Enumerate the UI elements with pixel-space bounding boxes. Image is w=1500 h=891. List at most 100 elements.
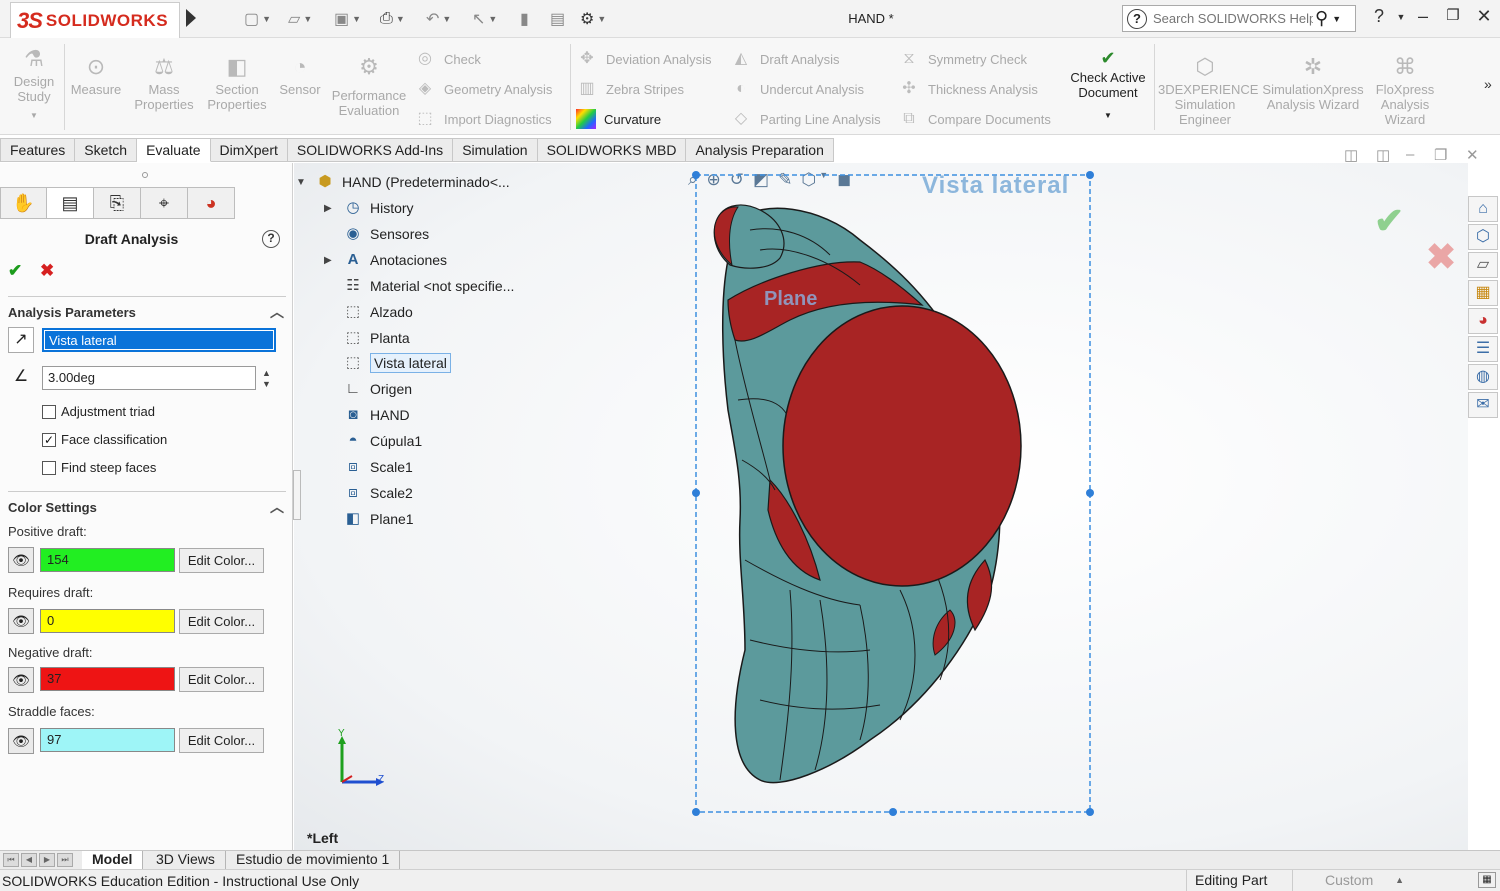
cancel-x-icon[interactable]: ✖ [40, 261, 54, 281]
tab-motion-study[interactable]: Estudio de movimiento 1 [226, 851, 401, 869]
collapse-chevron-icon[interactable]: ︿ [270, 302, 284, 322]
tree-item-scale1[interactable]: ⧈ Scale1 [324, 455, 413, 479]
tab-model[interactable]: Model [82, 851, 144, 869]
property-manager-tab-icon[interactable]: ▤ [47, 187, 94, 219]
check-active-document-dropdown-icon[interactable]: ▼ [1066, 108, 1150, 123]
tree-item-hand[interactable]: ◙ HAND [324, 403, 409, 427]
tree-item-history[interactable]: ▶ ◷ History [324, 196, 414, 220]
confirmation-cancel-icon[interactable]: ✖ [1426, 236, 1456, 278]
eye-icon[interactable]: 👁 [8, 667, 34, 693]
panel-grip-icon[interactable] [142, 172, 148, 178]
thickness-analysis-button[interactable]: ✣ Thickness Analysis [898, 78, 1038, 100]
prev-tab-icon[interactable]: ◀ [21, 853, 37, 867]
mass-properties-button[interactable]: ⚖ Mass Properties [130, 54, 198, 112]
search-dropdown-icon[interactable]: ▼ [1332, 14, 1341, 24]
unit-system-up-arrow-icon[interactable]: ▲ [1395, 870, 1404, 891]
viewport-tile-left-icon[interactable]: ◫ [1344, 146, 1358, 164]
viewport-minimize-icon[interactable]: – [1406, 146, 1414, 163]
tab-sketch[interactable]: Sketch [75, 138, 138, 162]
tree-item-vista-lateral[interactable]: ⬚ Vista lateral [324, 351, 451, 375]
dome-negative-face[interactable] [782, 305, 1022, 587]
minimize-icon[interactable]: – [1410, 6, 1436, 27]
tree-item-alzado[interactable]: ⬚ Alzado [324, 300, 413, 324]
options-gear-icon[interactable]: ⚙ ▼ [580, 8, 606, 30]
adjustment-triad-checkbox[interactable]: Adjustment triad [42, 404, 155, 419]
print-icon[interactable]: ⎙ ▼ [380, 8, 405, 30]
close-icon[interactable]: ✕ [1471, 6, 1497, 27]
open-document-icon[interactable]: ▱ ▼ [288, 8, 312, 30]
undercut-analysis-button[interactable]: ◐ Undercut Analysis [730, 78, 864, 100]
edit-color-button[interactable]: Edit Color... [179, 609, 264, 634]
find-steep-faces-checkbox[interactable]: Find steep faces [42, 460, 156, 475]
import-diagnostics-button[interactable]: ⬚ Import Diagnostics [414, 108, 551, 130]
save-icon[interactable]: ▣ ▼ [334, 8, 361, 30]
ok-check-icon[interactable]: ✔ [8, 261, 22, 281]
home-icon[interactable]: ⌂ [1468, 196, 1498, 222]
floxpress-button[interactable]: ⌘ FloXpress Analysis Wizard [1372, 54, 1438, 127]
restore-icon[interactable]: ❐ [1440, 6, 1466, 24]
eye-icon[interactable]: 👁 [8, 547, 34, 573]
compare-documents-button[interactable]: ⧉ Compare Documents [898, 108, 1051, 130]
ribbon-overflow-chevron-icon[interactable]: » [1484, 76, 1492, 92]
geometry-analysis-button[interactable]: ◈ Geometry Analysis [414, 78, 553, 100]
face-classification-checkbox[interactable]: ✓ Face classification [42, 432, 167, 447]
tree-item-plane1[interactable]: ◧ Plane1 [324, 507, 414, 531]
unit-system-selector[interactable]: Custom ▲ [1292, 870, 1462, 891]
configuration-manager-tab-icon[interactable]: ⎘ [94, 187, 141, 219]
expand-arrow-icon[interactable]: ▶ [324, 203, 338, 214]
3d-content-central-icon[interactable]: ⬡ [1468, 224, 1498, 250]
tab-features[interactable]: Features [0, 138, 76, 162]
status-toggle-icon[interactable]: ▦ [1478, 872, 1496, 888]
search-icon[interactable]: ⚲ [1315, 8, 1328, 29]
symmetry-check-button[interactable]: ⧖ Symmetry Check [898, 48, 1027, 70]
eye-icon[interactable]: 👁 [8, 608, 34, 634]
tab-simulation[interactable]: Simulation [453, 138, 538, 162]
tab-3d-views[interactable]: 3D Views [146, 851, 226, 869]
direction-of-pull-icon[interactable]: ↗ [8, 327, 34, 353]
viewport-tile-right-icon[interactable]: ◫ [1376, 146, 1390, 164]
section-properties-button[interactable]: ◧ Section Properties [202, 54, 272, 112]
new-document-icon[interactable]: ▢ ▼ [244, 8, 271, 30]
help-icon[interactable]: ? [262, 230, 280, 248]
menu-flyout-arrow-icon[interactable] [186, 9, 196, 27]
edit-color-button[interactable]: Edit Color... [179, 667, 264, 692]
deviation-analysis-button[interactable]: ✥ Deviation Analysis [576, 48, 711, 70]
checkbox-unchecked[interactable] [42, 460, 56, 475]
design-study-button[interactable]: ⚗ Design Study ▼ [8, 46, 60, 123]
file-properties-icon[interactable]: ▤ [550, 8, 565, 30]
undo-icon[interactable]: ↶ ▼ [426, 8, 451, 30]
first-tab-icon[interactable]: ⏮ [3, 853, 19, 867]
feature-manager-tab-icon[interactable]: ✋ [0, 187, 47, 219]
rebuild-icon[interactable]: ▮ [520, 8, 529, 30]
tab-analysis-preparation[interactable]: Analysis Preparation [686, 138, 834, 162]
appearances-icon[interactable]: ◕ [1468, 308, 1498, 334]
performance-evaluation-button[interactable]: ⚙ Performance Evaluation [328, 54, 410, 118]
tree-item-origen[interactable]: ∟ Origen [324, 377, 412, 401]
solidworks-logo[interactable]: 3S SOLIDWORKS [10, 2, 180, 38]
tree-item-anotaciones[interactable]: ▶ A Anotaciones [324, 248, 447, 272]
expand-arrow-icon[interactable]: ▶ [324, 255, 338, 266]
last-tab-icon[interactable]: ⏭ [57, 853, 73, 867]
dimxpert-manager-tab-icon[interactable]: ⌖ [141, 187, 188, 219]
check-active-document-button[interactable]: ✔ Check Active Document ▼ [1066, 48, 1150, 123]
next-tab-icon[interactable]: ▶ [39, 853, 55, 867]
viewport-restore-icon[interactable]: ❐ [1434, 146, 1447, 164]
collapse-arrow-icon[interactable]: ▼ [296, 177, 310, 188]
model-graphics[interactable] [690, 170, 1100, 820]
3dexperience-simulation-button[interactable]: ⬡ 3DEXPERIENCE Simulation Engineer [1158, 54, 1258, 127]
measure-button[interactable]: ⊙ Measure [66, 54, 126, 97]
checkbox-checked-icon[interactable]: ✓ [42, 432, 56, 447]
parting-line-analysis-button[interactable]: ◇ Parting Line Analysis [730, 108, 881, 130]
tab-addins[interactable]: SOLIDWORKS Add-Ins [287, 138, 454, 162]
collapse-chevron-icon[interactable]: ︿ [270, 497, 284, 517]
tab-mbd[interactable]: SOLIDWORKS MBD [537, 138, 687, 162]
tab-evaluate[interactable]: Evaluate [137, 138, 211, 162]
tree-item-planta[interactable]: ⬚ Planta [324, 326, 410, 350]
solidworks-forum-icon[interactable]: ◍ [1468, 364, 1498, 390]
design-study-dropdown-icon[interactable]: ▼ [8, 108, 60, 123]
tree-item-cupula1[interactable]: ◓ Cúpula1 [324, 429, 422, 453]
sensor-button[interactable]: ◔ Sensor [274, 54, 326, 97]
eye-icon[interactable]: 👁 [8, 728, 34, 754]
color-settings-header[interactable]: Color Settings ︿ [8, 491, 286, 515]
design-library-icon[interactable]: ▱ [1468, 252, 1498, 278]
